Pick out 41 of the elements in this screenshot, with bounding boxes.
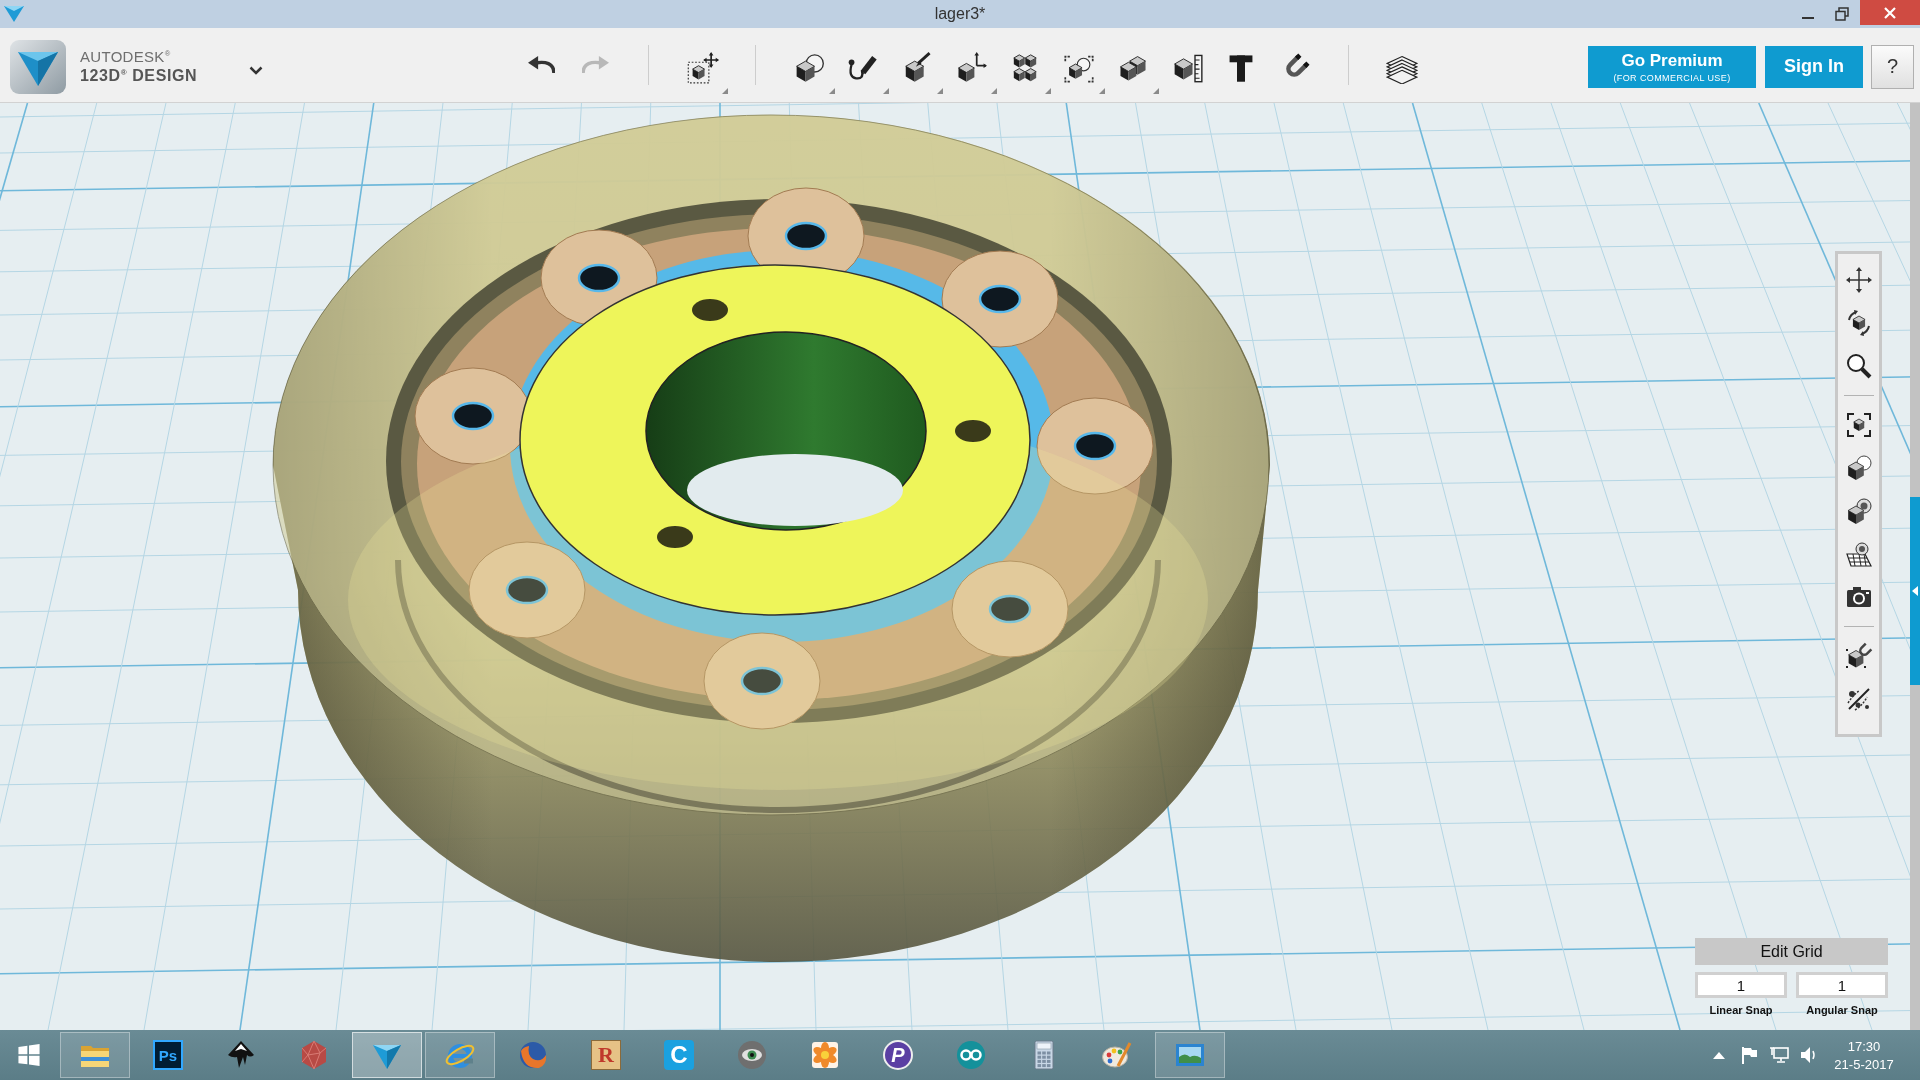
infinity-icon[interactable]: [955, 1039, 987, 1071]
network-icon[interactable]: [1769, 1046, 1789, 1064]
cube-ruler-icon[interactable]: [1171, 52, 1203, 84]
move-arrows-icon[interactable]: [1844, 266, 1873, 294]
panel-toggle-button[interactable]: [1910, 497, 1920, 685]
window-title: lager3*: [934, 5, 986, 23]
grid-eye-icon[interactable]: [1844, 540, 1873, 568]
app-logo-icon[interactable]: [10, 40, 66, 94]
zoom-icon[interactable]: [1844, 352, 1873, 380]
clock-time[interactable]: 17:30: [1847, 1038, 1881, 1054]
taskbar-button[interactable]: [1155, 1032, 1225, 1078]
close-button[interactable]: [1860, 0, 1920, 25]
chevron-down-icon[interactable]: [249, 65, 263, 75]
snap-value-field[interactable]: 1: [1796, 972, 1888, 998]
dotted-slash-icon[interactable]: [1844, 685, 1873, 713]
restore-icon[interactable]: [1835, 7, 1849, 21]
flag-icon[interactable]: [1740, 1046, 1758, 1064]
close-icon: [1884, 6, 1896, 19]
caret-up-icon[interactable]: [1713, 1051, 1725, 1059]
cube-arrows-icon[interactable]: [955, 52, 997, 94]
brand-name: AUTODESK$^{®}$: [80, 47, 171, 65]
caret-left-icon: [1912, 586, 1918, 596]
snap-label: Angular Snap: [1806, 1004, 1878, 1016]
help-button[interactable]: ?: [1871, 44, 1914, 89]
product-name: 123D$^{®}$ DESIGN: [80, 66, 198, 85]
eye-icon[interactable]: [736, 1039, 768, 1071]
fit-view-icon[interactable]: [1844, 411, 1873, 439]
taskbar-button[interactable]: [352, 1032, 422, 1078]
snap-value-field[interactable]: 1: [1695, 972, 1787, 998]
cube-magnet-icon[interactable]: [1844, 642, 1873, 670]
snap-label: Linear Snap: [1709, 1004, 1773, 1016]
start-icon[interactable]: [15, 1042, 42, 1068]
speaker-icon[interactable]: [1800, 1046, 1818, 1064]
move-cube-icon[interactable]: [686, 52, 728, 94]
undo-icon[interactable]: [527, 56, 555, 74]
flower-icon[interactable]: [809, 1039, 841, 1071]
cube-sphere-icon[interactable]: [793, 52, 835, 94]
letter-circle-icon[interactable]: P: [883, 1040, 913, 1070]
clock-date[interactable]: 21-5-2017: [1834, 1056, 1894, 1072]
edit-grid-button[interactable]: Edit Grid: [1695, 938, 1888, 965]
letter-tile-icon[interactable]: Ps: [153, 1040, 183, 1070]
